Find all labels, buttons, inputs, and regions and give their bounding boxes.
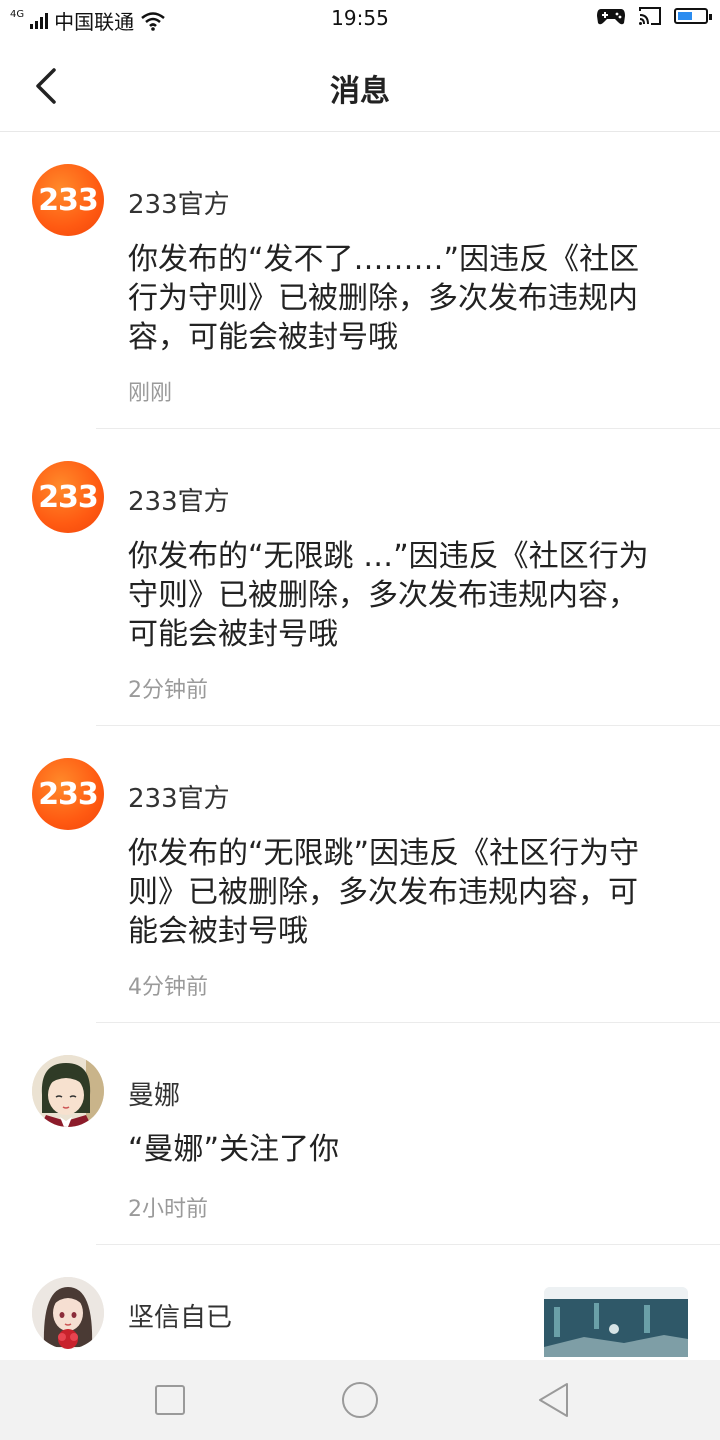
page-title: 消息 bbox=[330, 74, 390, 109]
avatar[interactable]: 233 bbox=[32, 461, 104, 533]
message-content: 你发布的“无限跳 …”因违反《社区行为守则》已被删除，多次发布违规内容，可能会被… bbox=[128, 539, 649, 652]
square-icon bbox=[155, 1385, 185, 1415]
list-item[interactable]: 233 233官方 你发布的“无限跳”因违反《社区行为守则》已被删除，多次发布违… bbox=[0, 726, 720, 1023]
message-content: 你发布的“发不了………”因违反《社区行为守则》已被删除，多次发布违规内容，可能会… bbox=[128, 242, 640, 355]
battery-icon bbox=[674, 8, 712, 24]
status-right bbox=[596, 6, 712, 26]
sender-name: 曼娜 bbox=[128, 1081, 181, 1111]
home-button[interactable] bbox=[340, 1380, 380, 1420]
avatar[interactable]: 233 bbox=[32, 164, 104, 236]
back-nav-button[interactable] bbox=[534, 1380, 574, 1420]
game-screenshot-thumbnail bbox=[544, 1287, 688, 1357]
avatar[interactable] bbox=[32, 1277, 104, 1349]
message-content: “曼娜”关注了你 bbox=[128, 1132, 340, 1167]
circle-icon bbox=[342, 1382, 378, 1418]
message-time: 2分钟前 bbox=[128, 678, 208, 703]
recent-apps-button[interactable] bbox=[150, 1380, 190, 1420]
list-item[interactable]: 233 233官方 你发布的“发不了………”因违反《社区行为守则》已被删除，多次… bbox=[0, 132, 720, 429]
page-header: 消息 bbox=[0, 40, 720, 132]
message-list: 233 233官方 你发布的“发不了………”因违反《社区行为守则》已被删除，多次… bbox=[0, 132, 720, 1385]
avatar-logo-text: 233 bbox=[38, 479, 99, 515]
battery-fill bbox=[678, 12, 692, 20]
avatar[interactable] bbox=[32, 1055, 104, 1127]
triangle-back-icon bbox=[539, 1383, 568, 1417]
message-time: 2小时前 bbox=[128, 1197, 208, 1222]
girl-avatar-image bbox=[32, 1277, 104, 1349]
avatar[interactable]: 233 bbox=[32, 758, 104, 830]
list-item[interactable]: 曼娜 “曼娜”关注了你 2小时前 bbox=[0, 1023, 720, 1245]
battery-tip bbox=[709, 14, 712, 20]
sender-name: 233官方 bbox=[128, 784, 230, 814]
system-navigation-bar bbox=[0, 1360, 720, 1440]
messages-screen: 4G 中国联通 19:55 消息 233 233官方 你发布的“发不了………”因… bbox=[0, 0, 720, 1440]
anime-girl-avatar-image bbox=[32, 1055, 104, 1127]
message-time: 4分钟前 bbox=[128, 975, 208, 1000]
list-item[interactable]: 233 233官方 你发布的“无限跳 …”因违反《社区行为守则》已被删除，多次发… bbox=[0, 429, 720, 726]
sender-name: 坚信自已 bbox=[128, 1303, 233, 1333]
avatar-logo-text: 233 bbox=[38, 776, 99, 812]
sender-name: 233官方 bbox=[128, 190, 230, 220]
avatar-logo-text: 233 bbox=[38, 182, 99, 218]
cast-icon bbox=[639, 7, 661, 25]
message-content: 你发布的“无限跳”因违反《社区行为守则》已被删除，多次发布违规内容，可能会被封号… bbox=[128, 836, 640, 949]
sender-name: 233官方 bbox=[128, 487, 230, 517]
status-bar: 4G 中国联通 19:55 bbox=[0, 0, 720, 40]
post-thumbnail[interactable] bbox=[544, 1287, 688, 1357]
gamepad-icon bbox=[597, 9, 625, 25]
message-time: 刚刚 bbox=[128, 381, 173, 406]
